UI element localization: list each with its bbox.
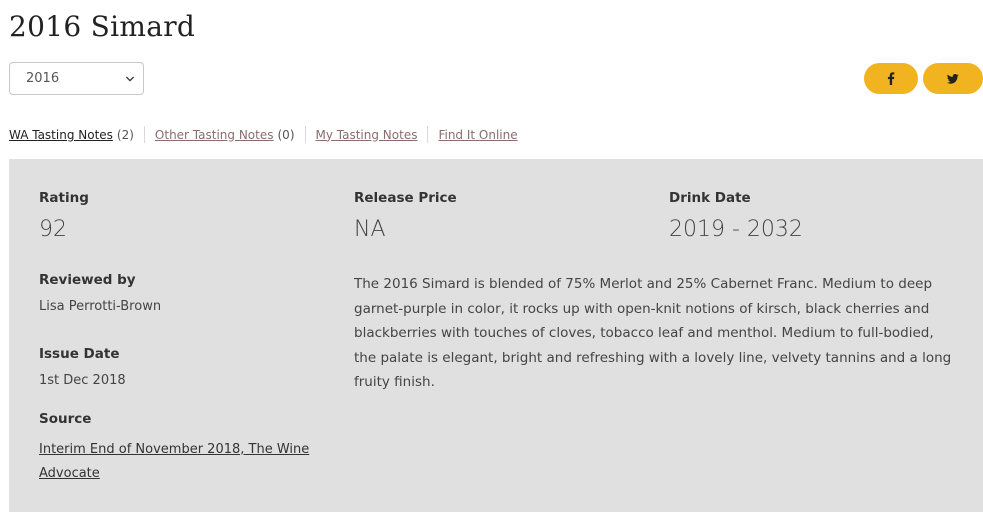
release-price-value: NA <box>354 217 386 242</box>
tab-count: (2) <box>116 127 134 142</box>
facebook-share-button[interactable] <box>864 63 918 94</box>
vintage-select-value: 2016 <box>26 71 60 86</box>
rating-label: Rating <box>39 190 89 206</box>
drink-date-label: Drink Date <box>669 190 751 206</box>
release-price-label: Release Price <box>354 190 457 206</box>
tab-wa-tasting-notes[interactable]: WA Tasting Notes (2) <box>9 128 134 142</box>
tab-divider <box>304 126 306 143</box>
tab-label: WA Tasting Notes <box>9 127 113 142</box>
issue-date-value: 1st Dec 2018 <box>39 373 126 388</box>
page-title: 2016 Simard <box>9 10 196 43</box>
tab-label: My Tasting Notes <box>315 127 418 142</box>
vintage-select[interactable]: 2016 <box>9 62 144 95</box>
tasting-notes-tabs: WA Tasting Notes (2) Other Tasting Notes… <box>9 126 518 143</box>
tab-my-tasting-notes[interactable]: My Tasting Notes <box>316 128 418 142</box>
rating-value: 92 <box>39 217 67 242</box>
tab-count: (0) <box>277 127 295 142</box>
issue-date-label: Issue Date <box>39 346 120 362</box>
twitter-icon <box>947 73 959 84</box>
reviewer-name: Lisa Perrotti-Brown <box>39 299 162 314</box>
tab-divider <box>143 126 145 143</box>
twitter-share-button[interactable] <box>923 63 983 94</box>
chevron-down-icon <box>126 76 134 81</box>
tab-find-it-online[interactable]: Find It Online <box>438 128 517 142</box>
tab-other-tasting-notes[interactable]: Other Tasting Notes (0) <box>155 128 295 142</box>
tab-label: Other Tasting Notes <box>154 127 274 142</box>
drink-date-value: 2019 - 2032 <box>669 217 803 242</box>
source-link[interactable]: Interim End of November 2018, The Wine A… <box>39 438 329 486</box>
tab-label: Find It Online <box>438 127 518 142</box>
tasting-note-panel: Rating 92 Release Price NA Drink Date 20… <box>9 159 983 512</box>
tasting-note-text: The 2016 Simard is blended of 75% Merlot… <box>354 276 952 390</box>
source-label: Source <box>39 411 92 427</box>
reviewed-by-label: Reviewed by <box>39 272 136 288</box>
facebook-icon <box>887 72 895 85</box>
tab-divider <box>427 126 429 143</box>
